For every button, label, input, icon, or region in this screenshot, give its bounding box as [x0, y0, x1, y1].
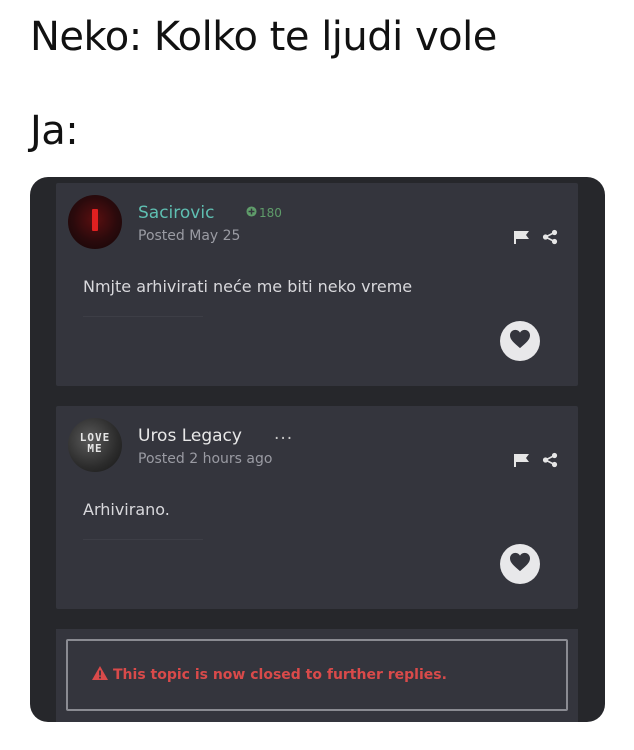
forum-screenshot: Sacirovic 180 Posted May 25 Nmjte arhivi…	[30, 177, 605, 722]
warning-icon	[92, 666, 108, 684]
post-content: Arhivirano.	[83, 500, 170, 519]
post-divider	[83, 539, 203, 540]
meme-caption-line-1: Neko: Kolko te ljudi vole	[30, 14, 497, 60]
flag-icon[interactable]	[514, 230, 530, 244]
post-date[interactable]: Posted May 25	[138, 228, 240, 244]
closed-topic-notice: This topic is now closed to further repl…	[66, 639, 568, 711]
meme-caption-line-2: Ja:	[30, 108, 79, 154]
avatar-mark	[92, 209, 98, 231]
post-author-link[interactable]: Uros Legacy	[138, 426, 242, 446]
share-icon[interactable]	[542, 229, 558, 245]
heart-icon	[509, 552, 531, 576]
like-button[interactable]	[500, 321, 540, 361]
post-author-link[interactable]: Sacirovic	[138, 203, 214, 223]
more-options-button[interactable]: ...	[274, 424, 293, 444]
closed-topic-card: This topic is now closed to further repl…	[56, 629, 578, 722]
closed-topic-text: This topic is now closed to further repl…	[113, 667, 447, 683]
post-date[interactable]: Posted 2 hours ago	[138, 451, 272, 467]
reputation-badge: 180	[246, 206, 282, 220]
post-card: LOVE ME Uros Legacy ... Posted 2 hours a…	[56, 406, 578, 609]
avatar[interactable]: LOVE ME	[68, 418, 122, 472]
post-actions	[514, 229, 558, 245]
closed-topic-message: This topic is now closed to further repl…	[92, 666, 447, 684]
reputation-count: 180	[259, 206, 282, 220]
post-card: Sacirovic 180 Posted May 25 Nmjte arhivi…	[56, 183, 578, 386]
post-divider	[83, 316, 203, 317]
avatar[interactable]	[68, 195, 122, 249]
share-icon[interactable]	[542, 452, 558, 468]
like-button[interactable]	[500, 544, 540, 584]
flag-icon[interactable]	[514, 453, 530, 467]
post-actions	[514, 452, 558, 468]
heart-icon	[509, 329, 531, 353]
post-content: Nmjte arhivirati neće me biti neko vreme	[83, 277, 413, 296]
plus-circle-icon	[246, 206, 257, 220]
avatar-text: LOVE ME	[79, 431, 111, 455]
